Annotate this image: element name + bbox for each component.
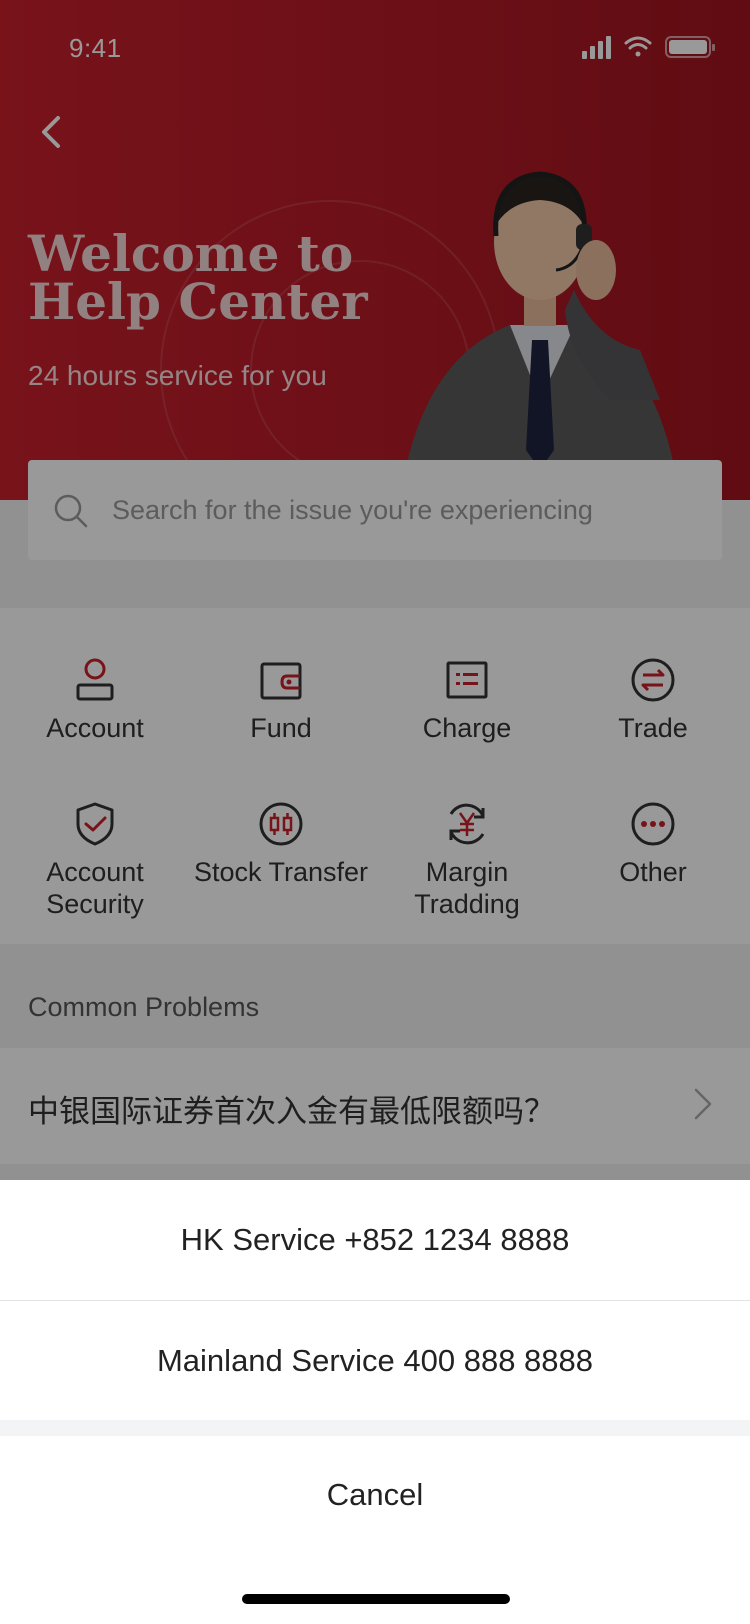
hk-service-option[interactable]: HK Service +852 1234 8888 (0, 1180, 750, 1300)
home-indicator (242, 1594, 510, 1604)
cancel-button[interactable]: Cancel (0, 1436, 750, 1554)
sheet-separator (0, 1420, 750, 1436)
mainland-service-option[interactable]: Mainland Service 400 888 8888 (0, 1301, 750, 1421)
action-sheet: HK Service +852 1234 8888 Mainland Servi… (0, 1180, 750, 1624)
